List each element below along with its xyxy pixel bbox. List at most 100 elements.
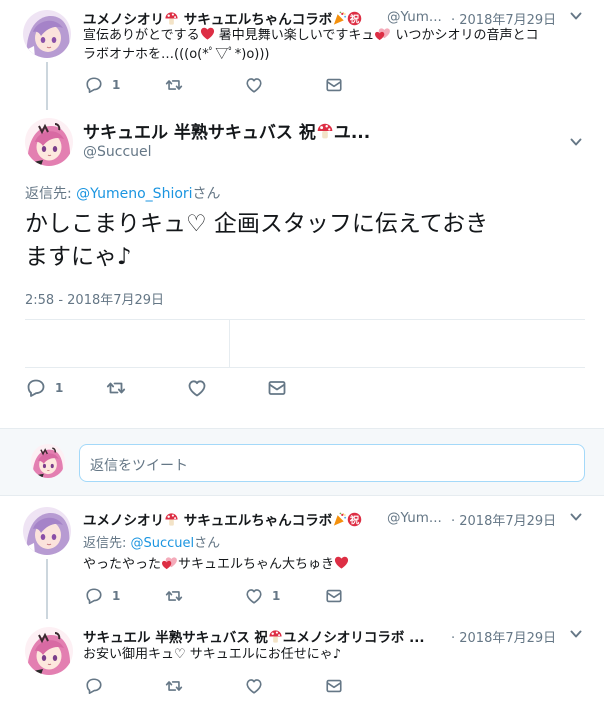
congrats-icon (347, 512, 362, 527)
retweet-icon (165, 587, 183, 605)
envelope-icon (325, 587, 343, 605)
mushroom-icon (164, 512, 179, 527)
tweet-text-part: やったやった (83, 557, 162, 572)
tweet-text-part: サキュエルちゃん大ちゅき (178, 557, 335, 572)
envelope-icon (325, 76, 343, 94)
mushroom-icon (164, 11, 179, 26)
tweet-date-text: 2018年7月29日 (459, 514, 557, 529)
direct-message-button[interactable] (267, 378, 287, 398)
reply-button[interactable]: 1 (85, 587, 120, 605)
avatar (31, 444, 65, 478)
tweet-text-part: 暑中見舞い楽しいですキュ (218, 28, 375, 43)
avatar[interactable] (23, 10, 71, 58)
tweet-date-text: 2018年7月29日 (459, 631, 557, 646)
tweet-text: 宣伝ありがとでする 暑中見舞い楽しいですキュ いつかシオリの音声とコ ラボオナホ… (83, 26, 593, 64)
chevron-down-icon[interactable] (569, 510, 583, 524)
like-button[interactable] (245, 76, 263, 94)
reply-count: 1 (112, 78, 121, 92)
author-name-suffix: ユ... (333, 123, 371, 143)
divider (25, 319, 585, 320)
author-handle[interactable]: @Yum... (387, 510, 442, 526)
reply-input[interactable]: 返信をツイート (79, 444, 585, 482)
like-count: 1 (272, 589, 281, 603)
author-name[interactable]: ユメノシオリ サキュエルちゃんコラボ (83, 8, 362, 28)
chevron-down-icon[interactable] (569, 627, 583, 641)
party-popper-icon (332, 512, 347, 527)
direct-message-button[interactable] (325, 677, 343, 695)
tweet-text-line: ますにゃ♪ (25, 244, 132, 270)
divider (25, 367, 585, 368)
retweet-icon (165, 76, 183, 94)
tweet-timestamp[interactable]: 2:58 - 2018年7月29日 (25, 289, 164, 308)
reply-button[interactable] (85, 677, 103, 695)
retweet-button[interactable] (165, 587, 183, 605)
author-handle[interactable]: @Yum... (387, 9, 442, 25)
tweet-text: お安い御用キュ♡ サキュエルにお任せにゃ♪ (83, 647, 342, 662)
mushroom-icon (316, 122, 334, 140)
author-name[interactable]: サキュエル 半熟サキュバス 祝ユメノシオリコラボ ... (83, 626, 425, 646)
avatar[interactable] (23, 507, 71, 555)
avatar-image (25, 118, 73, 166)
retweet-icon (165, 677, 183, 695)
reply-to-handle-link[interactable]: @Yumeno_Shiori (76, 186, 192, 202)
like-button[interactable] (245, 677, 263, 695)
author-name-text: サキュエル 半熟サキュバス 祝 (83, 630, 268, 646)
avatar[interactable] (25, 627, 73, 675)
reply-composer: 返信をツイート (0, 428, 604, 496)
like-icon (245, 76, 263, 94)
two-hearts-icon (374, 26, 391, 41)
reply-to-suffix: さん (192, 186, 221, 202)
author-name-text: ユメノシオリ (83, 513, 164, 529)
avatar[interactable] (25, 118, 73, 166)
reply-to-label: 返信先: (83, 536, 131, 551)
avatar-image (31, 444, 65, 478)
chevron-down-icon[interactable] (569, 135, 583, 149)
author-name[interactable]: サキュエル 半熟サキュバス 祝ユ... (83, 118, 370, 143)
reply-button[interactable]: 1 (26, 378, 63, 398)
retweet-button[interactable] (106, 378, 126, 398)
red-heart-icon (334, 555, 349, 570)
tweet-text-line: かしこまりキュ♡ 企画スタッフに伝えておき (25, 211, 489, 237)
retweet-button[interactable] (165, 76, 183, 94)
tweet-date[interactable]: · 2018年7月29日 (451, 627, 556, 646)
tweet-text: かしこまりキュ♡ 企画スタッフに伝えておき ますにゃ♪ (25, 208, 595, 274)
reply-count: 1 (112, 589, 121, 603)
party-popper-icon (332, 11, 347, 26)
like-button[interactable] (187, 378, 207, 398)
retweet-button[interactable] (165, 677, 183, 695)
reply-icon (85, 76, 103, 94)
tweet-text-part: 宣伝ありがとでする (83, 28, 200, 43)
reply-button[interactable]: 1 (85, 76, 120, 94)
envelope-icon (267, 378, 287, 398)
tweet-text-part: いつかシオリの音声とコ (395, 28, 539, 43)
chevron-down-icon[interactable] (569, 9, 583, 23)
reply-icon (26, 378, 46, 398)
avatar-image (23, 507, 71, 555)
author-name[interactable]: ユメノシオリ サキュエルちゃんコラボ (83, 509, 362, 529)
reply-count: 1 (55, 381, 64, 395)
envelope-icon (325, 677, 343, 695)
direct-message-button[interactable] (325, 587, 343, 605)
reply-to-handle-link[interactable]: @Succuel (131, 536, 195, 551)
author-name-suffix: サキュエルちゃんコラボ (183, 513, 333, 529)
like-icon (245, 677, 263, 695)
thread-line (46, 62, 48, 110)
like-icon (245, 587, 263, 605)
tweet-text: やったやった サキュエルちゃん大ちゅき (83, 555, 593, 574)
tweet-text-part: ラボオナホを…(((o(*ﾟ▽ﾟ*)o))) (83, 47, 270, 62)
retweet-icon (106, 378, 126, 398)
reply-input-placeholder: 返信をツイート (90, 458, 188, 474)
reply-to-line: 返信先: @Succuelさん (83, 532, 220, 551)
like-button[interactable]: 1 (245, 587, 280, 605)
author-handle[interactable]: @Succuel (83, 144, 152, 160)
author-name-suffix: ユメノシオリコラボ ... (282, 630, 425, 646)
tweet-date[interactable]: · 2018年7月29日 (451, 510, 556, 529)
stats-divider (229, 320, 230, 367)
reply-icon (85, 677, 103, 695)
direct-message-button[interactable] (325, 76, 343, 94)
avatar-image (23, 10, 71, 58)
two-hearts-icon (161, 555, 178, 570)
reply-to-label: 返信先: (25, 186, 77, 202)
reply-to-suffix: さん (194, 536, 221, 551)
thread-line (46, 559, 48, 619)
